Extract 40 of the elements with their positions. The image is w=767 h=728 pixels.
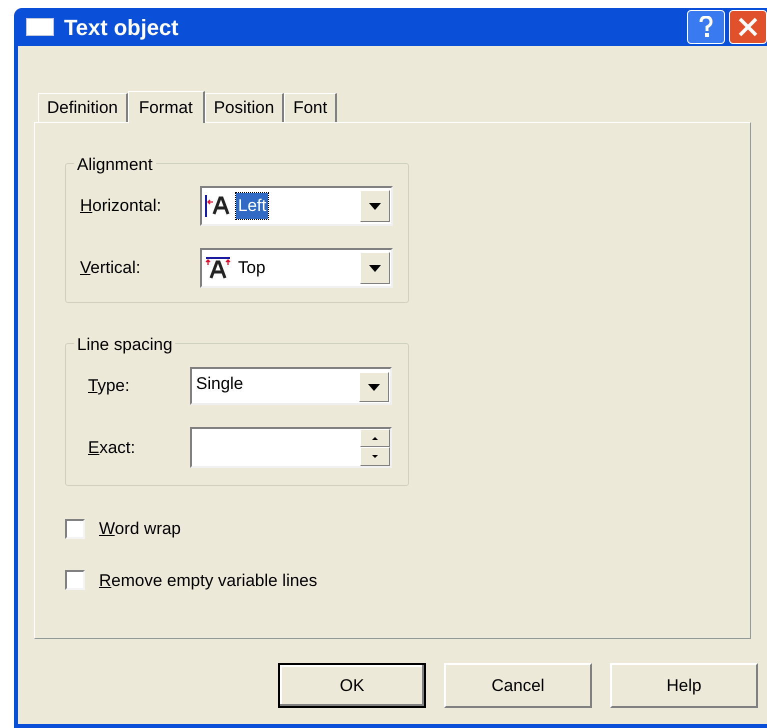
dialog-button[interactable]: Help	[610, 663, 758, 708]
dialog-button[interactable]: Cancel	[444, 663, 592, 708]
tab[interactable]: Font	[284, 93, 338, 122]
field-label: Exact:	[88, 436, 136, 459]
checkbox-label: Word wrap	[99, 518, 181, 540]
caret-icon	[369, 264, 381, 272]
dropdown-arrow-button[interactable]	[359, 372, 389, 402]
spin-field[interactable]	[190, 427, 392, 468]
caret-icon	[369, 202, 381, 210]
spin-down-button[interactable]	[360, 447, 390, 466]
dialog-button[interactable]: OK	[278, 663, 426, 708]
question-mark-icon	[698, 16, 714, 38]
tab[interactable]: Position	[204, 93, 284, 122]
dropdown[interactable]: Top	[200, 248, 393, 288]
dropdown-value: Top	[237, 257, 266, 280]
field-label: Vertical:	[80, 257, 142, 280]
align-top-icon	[204, 256, 232, 280]
field-label: Horizontal:	[80, 195, 162, 218]
down-arrow-icon	[372, 455, 378, 458]
spin-up-button[interactable]	[360, 429, 390, 447]
field-label: Type:	[88, 375, 131, 398]
type-dropdown[interactable]: Single	[190, 367, 392, 405]
window-icon	[26, 18, 54, 36]
dropdown-arrow-button[interactable]	[360, 190, 390, 222]
caret-icon	[368, 384, 380, 390]
dropdown-value: Single	[196, 373, 244, 395]
help-button[interactable]	[687, 10, 725, 44]
tab[interactable]: Definition	[38, 93, 128, 122]
checkbox[interactable]	[65, 518, 85, 539]
checkbox-label: Remove empty variable lines	[99, 570, 318, 592]
window-title: Text object	[64, 14, 179, 42]
close-button[interactable]	[729, 10, 767, 44]
tab[interactable]: Format	[128, 91, 205, 123]
dropdown-value: Left	[236, 193, 268, 219]
dropdown-arrow-button[interactable]	[360, 252, 390, 284]
checkbox[interactable]	[65, 570, 85, 590]
up-arrow-icon	[372, 436, 378, 440]
close-icon	[738, 17, 758, 37]
dropdown[interactable]: Left	[200, 186, 393, 226]
align-left-icon	[204, 194, 232, 218]
